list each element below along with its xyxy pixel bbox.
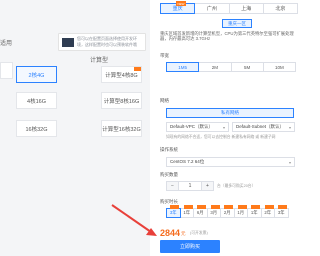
quantity-stepper: − 1 + <box>166 181 214 191</box>
spec-card-partial[interactable] <box>0 62 13 79</box>
spec-card[interactable]: 16核32G <box>16 120 57 137</box>
discount-badge <box>264 205 274 209</box>
chevron-down-icon: ▾ <box>288 125 291 130</box>
price-note: (可开发票) <box>190 231 208 235</box>
hot-badge <box>134 67 141 71</box>
price-value: 2844 <box>160 228 181 238</box>
region-chongqing[interactable]: 重庆 NEW <box>160 1 196 14</box>
duration-text: 6月 <box>196 210 204 215</box>
region-selector: 重庆 NEW 广州 上海 北京 <box>160 1 298 14</box>
spec-card[interactable]: 计算型8核16G <box>101 92 142 109</box>
bandwidth-label: 带宽 <box>160 53 169 58</box>
vpc-select[interactable]: Default-VPC（默认） ▾ <box>166 122 229 132</box>
discount-badge <box>183 205 193 209</box>
region-guangzhou[interactable]: 广州 <box>194 3 230 14</box>
duration-text: 1月 <box>237 210 245 215</box>
discount-badge <box>197 205 206 209</box>
buy-now-button[interactable]: 立即购买 <box>160 240 220 253</box>
region-description: 重庆区域首发新增的计算型机型，CPU为第三代英特尔至强可扩展处理器，内存最高可达… <box>160 31 294 42</box>
network-label: 网络 <box>160 98 169 103</box>
duration-text: 1年 <box>183 210 191 215</box>
subnet-value: Default-Subnet（默认） <box>236 124 285 129</box>
spec-card-label: 计算型4核8G <box>105 72 138 79</box>
config-page-background: 您可以在配置页面选择使用开发环境，这样配置时也可以预装软件哦 适用 计算型 2核… <box>0 0 150 256</box>
price-unit: 元 <box>181 231 186 236</box>
partial-label: 适用 <box>0 41 13 47</box>
duration-option[interactable]: 3年 <box>274 205 289 218</box>
os-value: CentOS 7.2 64位 <box>170 159 205 164</box>
subnet-select[interactable]: Default-Subnet（默认） ▾ <box>232 122 295 132</box>
duration-option[interactable]: 1月 <box>233 205 248 218</box>
discount-badge <box>170 205 179 209</box>
duration-option[interactable]: 2月 <box>220 205 235 218</box>
quantity-note: 台（最多可购买20台） <box>217 184 256 188</box>
bandwidth-option[interactable]: 2M <box>198 62 232 72</box>
discount-badge <box>237 205 247 209</box>
quantity-label: 购买数量 <box>160 172 178 177</box>
tip-text: 您可以在配置页面选择使用开发环境，这样配置时也可以预装软件哦 <box>77 36 137 47</box>
duration-text: 2月 <box>223 210 231 215</box>
os-select[interactable]: CentOS 7.2 64位 ▾ <box>166 157 295 167</box>
quantity-value[interactable]: 1 <box>178 182 202 190</box>
bandwidth-option[interactable]: 1M5 <box>166 62 200 72</box>
duration-text: 2年 <box>264 210 272 215</box>
region-shanghai[interactable]: 上海 <box>228 3 264 14</box>
os-label: 操作系统 <box>160 147 178 152</box>
duration-option[interactable]: 3月 <box>206 205 221 218</box>
private-network-button[interactable]: 私有网络 <box>166 108 294 118</box>
duration-text: 3年 <box>277 210 285 215</box>
duration-option[interactable]: 1年 <box>247 205 262 218</box>
zone-button[interactable]: 重庆一区 <box>222 19 252 28</box>
duration-option[interactable]: 6月 <box>193 205 208 218</box>
spec-card[interactable]: 2核4G <box>16 66 57 83</box>
region-beijing[interactable]: 北京 <box>262 3 298 14</box>
duration-text: 1年 <box>250 210 258 215</box>
monitor-icon <box>62 38 74 47</box>
new-badge: NEW <box>176 1 186 6</box>
duration-text: 3月 <box>210 210 218 215</box>
bandwidth-selector: 1M5 2M 5M 10M <box>166 62 296 72</box>
decrement-button[interactable]: − <box>167 182 178 190</box>
spec-card[interactable]: 计算型16核32G <box>101 120 142 137</box>
partial-label-compute: 计算型 <box>90 58 109 64</box>
discount-badge <box>224 205 233 209</box>
network-note: 如现有的网络不合适，您可以去控制台 新建私有网络 或 新建子网 <box>166 135 276 139</box>
dev-env-tip: 您可以在配置页面选择使用开发环境，这样配置时也可以预装软件哦 <box>58 33 146 51</box>
bandwidth-option[interactable]: 10M <box>262 62 296 72</box>
region-label: 重庆 <box>172 6 183 12</box>
duration-text: 3年 <box>169 210 177 215</box>
vpc-value: Default-VPC（默认） <box>170 124 214 129</box>
bandwidth-option[interactable]: 5M <box>230 62 264 72</box>
spec-card[interactable]: 计算型4核8G <box>101 66 142 83</box>
discount-badge <box>278 205 287 209</box>
spec-card[interactable]: 4核16G <box>16 92 57 109</box>
duration-option[interactable]: 1年 <box>179 205 194 218</box>
duration-option[interactable]: 2年 <box>260 205 275 218</box>
increment-button[interactable]: + <box>202 182 213 190</box>
discount-badge <box>210 205 220 209</box>
purchase-panel: 重庆 NEW 广州 上海 北京 重庆一区 重庆区域首发新增的计算型机型，CPU为… <box>150 0 300 256</box>
duration-option[interactable]: 3年 <box>166 205 181 218</box>
chevron-down-icon: ▾ <box>288 160 291 165</box>
chevron-down-icon: ▾ <box>222 125 225 130</box>
duration-selector: 3年 1年 6月 3月 2月 1月 1年 2年 3年 <box>166 205 300 218</box>
discount-badge <box>251 205 260 209</box>
